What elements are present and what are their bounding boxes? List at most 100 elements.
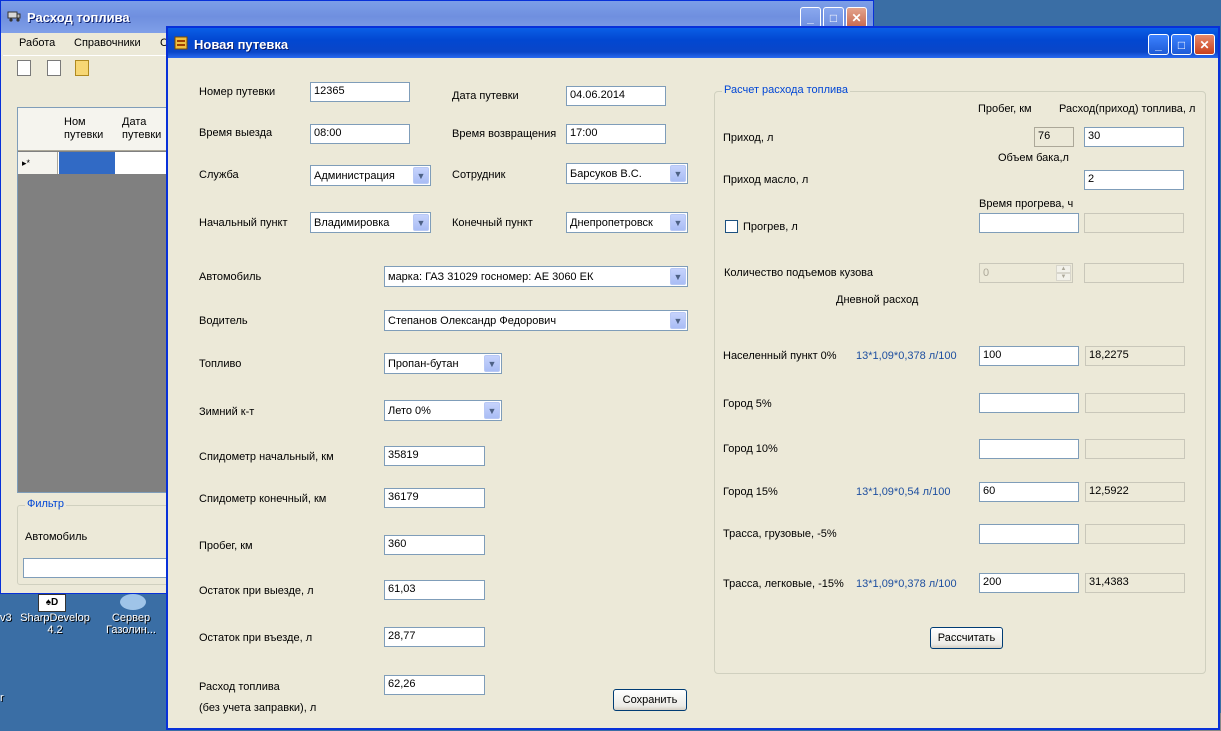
chevron-down-icon[interactable]: ▼: [670, 312, 686, 329]
consumption-input[interactable]: 62,26: [384, 675, 485, 695]
rest-arrive-input[interactable]: 28,77: [384, 627, 485, 647]
grid-col-trip-number[interactable]: Ном путевки: [64, 116, 114, 142]
row-city5-label: Город 5%: [723, 398, 772, 410]
trip-number-input[interactable]: 12365: [310, 82, 410, 102]
truck-icon: [7, 11, 21, 22]
folder-icon[interactable]: [75, 60, 89, 76]
row-highway-cars-mileage-input[interactable]: 200: [979, 573, 1079, 593]
calculate-button[interactable]: Рассчитать: [930, 627, 1003, 649]
oil-income-label: Приход масло, л: [723, 174, 809, 186]
new-trip-dialog[interactable]: Новая путевка _ □ ✕ Номер путевки 12365 …: [166, 26, 1220, 730]
depart-time-input[interactable]: 08:00: [310, 124, 410, 144]
chevron-down-icon[interactable]: ▼: [413, 167, 429, 184]
depart-time-label: Время выезда: [199, 127, 273, 139]
warmup-time-input[interactable]: [979, 213, 1079, 233]
col-fuel-header: Расход(приход) топлива, л: [1059, 103, 1196, 115]
start-point-combo[interactable]: Владимировка ▼: [310, 212, 431, 233]
row-city5-mileage-input[interactable]: [979, 393, 1079, 413]
dialog-titlebar[interactable]: Новая путевка _ □ ✕: [168, 28, 1218, 58]
start-point-label: Начальный пункт: [199, 217, 288, 229]
bg-maximize-button[interactable]: □: [823, 7, 844, 28]
close-button[interactable]: ✕: [1194, 34, 1215, 55]
grid-col-trip-date[interactable]: Дата путевки: [122, 116, 168, 142]
menu-work[interactable]: Работа: [19, 37, 55, 49]
fuel-combo[interactable]: Пропан-бутан ▼: [384, 353, 502, 374]
new-document-icon[interactable]: [47, 60, 61, 76]
fuel-label: Топливо: [199, 358, 242, 370]
employee-value: Барсуков В.С.: [570, 168, 642, 180]
chevron-down-icon[interactable]: ▼: [484, 355, 500, 372]
start-point-value: Владимировка: [314, 217, 390, 229]
income-value-input[interactable]: 30: [1084, 127, 1184, 147]
row-settlement-result: 18,2275: [1085, 346, 1185, 366]
window-icon: [174, 36, 188, 50]
employee-label: Сотрудник: [452, 169, 506, 181]
sharpdevelop-icon[interactable]: ♠D: [38, 594, 66, 612]
fuel-value: Пропан-бутан: [388, 358, 459, 370]
desktop-label-v3[interactable]: v3: [0, 612, 12, 624]
maximize-button[interactable]: □: [1171, 34, 1192, 55]
trip-date-input[interactable]: 04.06.2014: [566, 86, 666, 106]
desktop-label-r: r: [0, 692, 4, 704]
gasoline-server-icon[interactable]: [120, 594, 146, 610]
row-settlement-mileage-input[interactable]: 100: [979, 346, 1079, 366]
row-highway-trucks-mileage-input[interactable]: [979, 524, 1079, 544]
body-lifts-value: 0: [983, 267, 990, 279]
return-time-label: Время возвращения: [452, 128, 557, 140]
spin-down-icon[interactable]: ▼: [1056, 273, 1071, 281]
odo-end-label: Спидометр конечный, км: [199, 493, 327, 505]
row-settlement-formula: 13*1,09*0,378 л/100: [856, 350, 957, 362]
desktop-label-sharpdevelop[interactable]: SharpDevelop 4.2: [20, 612, 90, 636]
row-highway-cars-label: Трасса, легковые, -15%: [723, 578, 844, 590]
end-point-value: Днепропетровск: [570, 217, 653, 229]
rest-depart-input[interactable]: 61,03: [384, 580, 485, 600]
grid-new-row[interactable]: ▸*: [18, 152, 168, 174]
row-highway-cars-formula: 13*1,09*0,378 л/100: [856, 578, 957, 590]
odo-start-input[interactable]: 35819: [384, 446, 485, 466]
desktop-label-gasoline-server[interactable]: Сервер Газолин...: [98, 612, 164, 636]
winter-combo[interactable]: Лето 0% ▼: [384, 400, 502, 421]
minimize-button[interactable]: _: [1148, 34, 1169, 55]
chevron-down-icon[interactable]: ▼: [413, 214, 429, 231]
dialog-title: Новая путевка: [194, 37, 289, 52]
trips-grid[interactable]: Ном путевки Дата путевки ▸*: [17, 107, 169, 493]
car-combo[interactable]: марка: ГАЗ 31029 госномер: АЕ 3060 ЕК ▼: [384, 266, 688, 287]
winter-value: Лето 0%: [388, 405, 431, 417]
body-lifts-spinner[interactable]: 0 ▲ ▼: [979, 263, 1073, 283]
mileage-label: Пробег, км: [199, 540, 253, 552]
row-city15-result: 12,5922: [1085, 482, 1185, 502]
report-icon[interactable]: [17, 60, 31, 76]
employee-combo[interactable]: Барсуков В.С. ▼: [566, 163, 688, 184]
chevron-down-icon[interactable]: ▼: [670, 214, 686, 231]
driver-combo[interactable]: Степанов Олександр Федорович ▼: [384, 310, 688, 331]
spin-up-icon[interactable]: ▲: [1056, 265, 1071, 273]
row-highway-cars-result: 31,4383: [1085, 573, 1185, 593]
body-lifts-label: Количество подъемов кузова: [724, 267, 874, 279]
bg-close-button[interactable]: ✕: [846, 7, 867, 28]
warmup-label: Прогрев, л: [743, 221, 798, 233]
mileage-input[interactable]: 360: [384, 535, 485, 555]
row-city5-result: [1085, 393, 1185, 413]
odo-end-input[interactable]: 36179: [384, 488, 485, 508]
menu-references[interactable]: Справочники: [74, 37, 141, 49]
row-marker: ▸*: [18, 152, 58, 174]
row-city10-mileage-input[interactable]: [979, 439, 1079, 459]
return-time-input[interactable]: 17:00: [566, 124, 666, 144]
row-city15-mileage-input[interactable]: 60: [979, 482, 1079, 502]
end-point-combo[interactable]: Днепропетровск ▼: [566, 212, 688, 233]
oil-income-input[interactable]: 2: [1084, 170, 1184, 190]
income-mileage-field: 76: [1034, 127, 1074, 147]
selected-cell[interactable]: [59, 152, 115, 174]
end-point-label: Конечный пункт: [452, 217, 533, 229]
service-combo[interactable]: Администрация ▼: [310, 165, 431, 186]
bg-minimize-button[interactable]: _: [800, 7, 821, 28]
filter-car-input[interactable]: [23, 558, 173, 578]
income-label: Приход, л: [723, 132, 774, 144]
chevron-down-icon[interactable]: ▼: [484, 402, 500, 419]
save-button[interactable]: Сохранить: [613, 689, 687, 711]
col-mileage-header: Пробег, км: [978, 103, 1032, 115]
chevron-down-icon[interactable]: ▼: [670, 268, 686, 285]
trip-date-label: Дата путевки: [452, 90, 519, 102]
chevron-down-icon[interactable]: ▼: [670, 165, 686, 182]
warmup-checkbox[interactable]: [725, 220, 738, 233]
